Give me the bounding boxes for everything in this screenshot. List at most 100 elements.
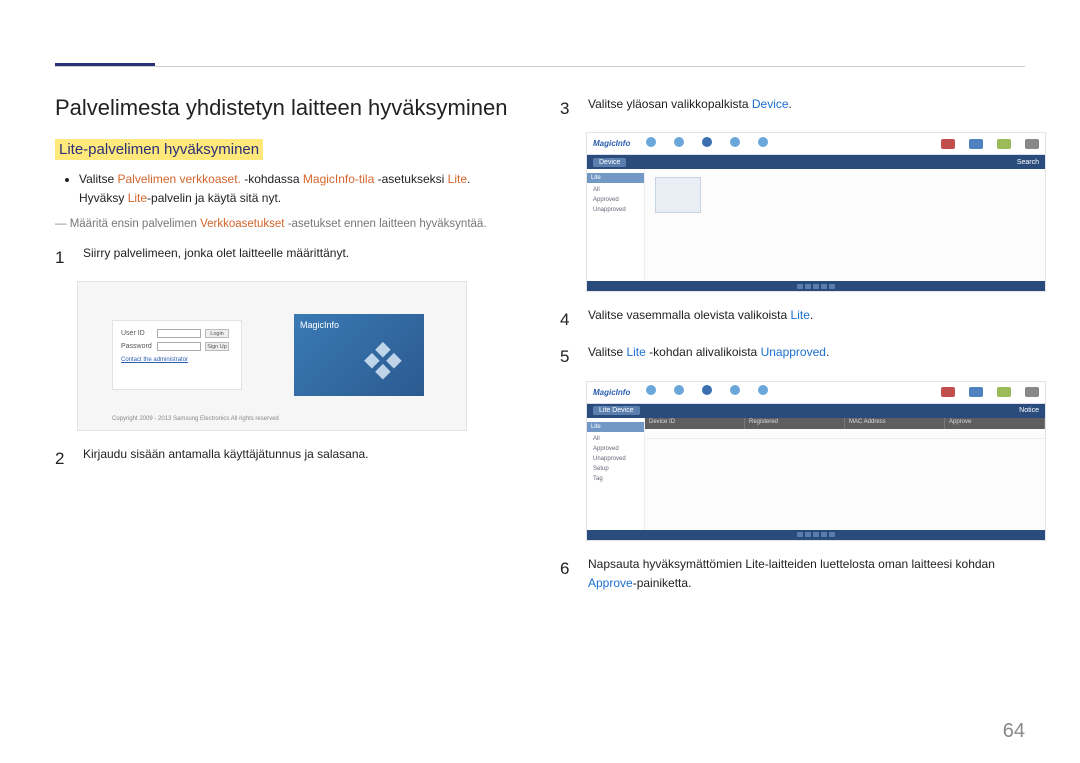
section-subtitle: Lite-palvelimen hyväksyminen [55,139,263,160]
page-content: Palvelimesta yhdistetyn laitteen hyväksy… [55,95,1025,723]
step-4: 4 Valitse vasemmalla olevista valikoista… [560,306,1025,333]
status-icon [997,139,1011,149]
step-number: 1 [55,244,69,271]
step-number: 2 [55,445,69,472]
pagination-footer [587,530,1045,540]
app-logo: MagicInfo [593,388,630,397]
notice-label: Notice [1019,407,1039,414]
col-header: Device ID [645,418,745,429]
app-topbar: MagicInfo [587,382,1045,404]
sidebar-item[interactable]: All [587,434,644,444]
password-input[interactable] [157,342,201,351]
contact-admin-link[interactable]: Contact the administrator [121,357,233,363]
step-text: Napsauta hyväksymättömien Lite-laitteide… [588,555,1025,593]
screenshot-login: User ID Login Password Sign Up Contact t… [77,281,467,431]
sidebar-item[interactable]: Tag [587,474,644,484]
sidebar-item[interactable]: All [587,185,644,195]
header-rule [55,66,1025,67]
table-row[interactable] [645,429,1045,439]
login-button[interactable]: Login [205,329,229,338]
copyright-text: Copyright 2009 - 2013 Samsung Electronic… [112,416,279,422]
page-title: Palvelimesta yhdistetyn laitteen hyväksy… [55,95,520,121]
nav-icon[interactable] [728,137,742,151]
sidebar-item[interactable]: Setup [587,464,644,474]
status-icon [1025,139,1039,149]
left-column: Palvelimesta yhdistetyn laitteen hyväksy… [55,95,520,723]
status-icon [941,139,955,149]
step-number: 4 [560,306,574,333]
pager-dot[interactable] [813,284,819,289]
nav-icon[interactable] [728,385,742,399]
step-number: 6 [560,555,574,593]
col-header: MAC Address [845,418,945,429]
user-label: User ID [121,330,153,337]
nav-icon[interactable] [644,137,658,151]
pager-dot[interactable] [813,532,819,537]
col-header: Registered [745,418,845,429]
breadcrumb-bar: Device Search [587,155,1045,169]
pager-dot[interactable] [805,284,811,289]
status-icon [969,387,983,397]
user-input[interactable] [157,329,201,338]
footnote: Määritä ensin palvelimen Verkkoasetukset… [55,216,520,233]
pager-dot[interactable] [829,284,835,289]
nav-icon[interactable] [644,385,658,399]
diamond-icon [362,342,406,386]
step-2: 2 Kirjaudu sisään antamalla käyttäjätunn… [55,445,520,472]
search-button[interactable]: Search [1017,159,1039,166]
status-icon [969,139,983,149]
magicinfo-panel: MagicInfo [294,314,424,396]
main-panel [645,169,1045,281]
step-1: 1 Siirry palvelimeen, jonka olet laittee… [55,244,520,271]
step-text: Valitse Lite -kohdan alivalikoista Unapp… [588,343,829,370]
step-text: Siirry palvelimeen, jonka olet laitteell… [83,244,349,271]
sidebar-header[interactable]: Lite [587,173,644,183]
breadcrumb[interactable]: Device [593,158,626,167]
pagination-footer [587,281,1045,291]
screenshot-unapproved-list: MagicInfo Lite Device Notice [586,381,1046,541]
pager-dot[interactable] [797,532,803,537]
sidebar: Lite All Approved Unapproved Setup Tag [587,418,645,530]
sidebar-item[interactable]: Approved [587,195,644,205]
status-icon [941,387,955,397]
page-number: 64 [1003,720,1025,743]
pager-dot[interactable] [821,532,827,537]
device-thumbnail[interactable] [655,177,701,213]
sidebar-item-unapproved[interactable]: Unapproved [587,454,644,464]
step-3: 3 Valitse yläosan valikkopalkista Device… [560,95,1025,122]
right-column: 3 Valitse yläosan valikkopalkista Device… [560,95,1025,723]
tab-title[interactable]: Lite Device [593,406,640,415]
step-number: 3 [560,95,574,122]
step-6: 6 Napsauta hyväksymättömien Lite-laittei… [560,555,1025,593]
nav-icon[interactable] [672,385,686,399]
step-text: Valitse vasemmalla olevista valikoista L… [588,306,813,333]
step-text: Kirjaudu sisään antamalla käyttäjätunnus… [83,445,369,472]
main-panel: Device ID Registered MAC Address Approve [645,418,1045,530]
nav-icon-device[interactable] [700,137,714,151]
step-5: 5 Valitse Lite -kohdan alivalikoista Una… [560,343,1025,370]
step-number: 5 [560,343,574,370]
sidebar-item[interactable]: Unapproved [587,205,644,215]
brand-label: MagicInfo [300,320,339,330]
app-topbar: MagicInfo [587,133,1045,155]
login-card: User ID Login Password Sign Up Contact t… [112,320,242,390]
status-icon [1025,387,1039,397]
pager-dot[interactable] [805,532,811,537]
sidebar-item[interactable]: Approved [587,444,644,454]
nav-icon[interactable] [756,137,770,151]
tab-bar: Lite Device Notice [587,404,1045,418]
pager-dot[interactable] [797,284,803,289]
app-logo: MagicInfo [593,139,630,148]
nav-icon[interactable] [672,137,686,151]
sidebar-header[interactable]: Lite [587,422,644,432]
nav-icon[interactable] [756,385,770,399]
pager-dot[interactable] [821,284,827,289]
password-label: Password [121,343,153,350]
step-text: Valitse yläosan valikkopalkista Device. [588,95,792,122]
status-icon [997,387,1011,397]
pager-dot[interactable] [829,532,835,537]
nav-icon-device[interactable] [700,385,714,399]
col-header: Approve [945,418,1045,429]
screenshot-device-menu: MagicInfo Device Search [586,132,1046,292]
signup-button[interactable]: Sign Up [205,342,229,351]
